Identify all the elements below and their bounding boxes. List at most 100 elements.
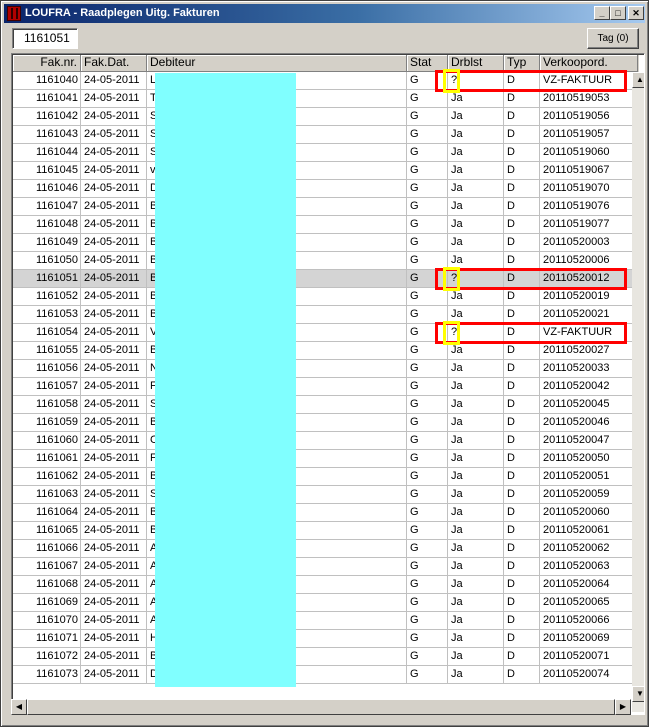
- sales-order-cell: 20110520042: [540, 378, 632, 396]
- status-cell: G: [407, 468, 448, 486]
- invoice-date-cell: 24-05-2011: [81, 216, 147, 234]
- maximize-button[interactable]: □: [610, 6, 626, 20]
- title-bar[interactable]: LOUFRA - Raadplegen Uitg. Fakturen _ □ ✕: [4, 4, 645, 23]
- horizontal-scroll-thumb[interactable]: [27, 699, 615, 715]
- sales-order-cell: 20110520074: [540, 666, 632, 684]
- status-cell: G: [407, 414, 448, 432]
- table-row[interactable]: 1161060 24-05-2011 C G Ja D 20110520047: [13, 432, 632, 450]
- table-row[interactable]: 1161069 24-05-2011 A G Ja D 20110520065: [13, 594, 632, 612]
- highlight-cell-outline: [443, 69, 460, 93]
- tag-button[interactable]: Tag (0): [587, 28, 639, 49]
- table-row[interactable]: 1161070 24-05-2011 A G Ja D 20110520066: [13, 612, 632, 630]
- table-row[interactable]: 116104724-05-2011B huizenGJaD20110519076: [13, 198, 632, 216]
- invoice-date-cell: 24-05-2011: [81, 414, 147, 432]
- type-cell: D: [504, 288, 540, 306]
- sales-order-cell: 20110520027: [540, 342, 632, 360]
- drblst-cell: Ja: [448, 612, 504, 630]
- table-row[interactable]: 1161052 24-05-2011 B G Ja D 20110520019: [13, 288, 632, 306]
- table-row[interactable]: 1161043 24-05-2011 S G Ja D 20110519057: [13, 126, 632, 144]
- sales-order-cell: 20110520062: [540, 540, 632, 558]
- sales-order-cell: 20110520065: [540, 594, 632, 612]
- vertical-scrollbar[interactable]: ▲ ▼: [632, 72, 644, 712]
- invoice-number-input[interactable]: 1161051: [12, 28, 78, 49]
- type-cell: D: [504, 360, 540, 378]
- drblst-cell: Ja: [448, 450, 504, 468]
- minimize-button[interactable]: _: [594, 6, 610, 20]
- table-row[interactable]: 1161057 24-05-2011 F G Ja D 20110520042: [13, 378, 632, 396]
- table-row[interactable]: 1161045 24-05-2011 v G Ja D 20110519067: [13, 162, 632, 180]
- status-cell: G: [407, 396, 448, 414]
- table-row[interactable]: 1161068 24-05-2011 A G Ja D 20110520064: [13, 576, 632, 594]
- scroll-right-arrow-icon[interactable]: ▶: [615, 699, 631, 715]
- invoice-date-cell: 24-05-2011: [81, 432, 147, 450]
- table-row[interactable]: 1161063 24-05-2011 S G Ja D 20110520059: [13, 486, 632, 504]
- drblst-cell: Ja: [448, 180, 504, 198]
- table-row[interactable]: 1161062 24-05-2011 B G Ja D 20110520051: [13, 468, 632, 486]
- table-row[interactable]: 1161056 24-05-2011 N G Ja D 20110520033: [13, 360, 632, 378]
- table-row[interactable]: 1161067 24-05-2011 A G Ja D 20110520063: [13, 558, 632, 576]
- invoice-date-cell: 24-05-2011: [81, 180, 147, 198]
- sales-order-cell: 20110520045: [540, 396, 632, 414]
- invoice-number-cell: 1161042: [13, 108, 81, 126]
- invoice-number-cell: 1161056: [13, 360, 81, 378]
- scroll-left-arrow-icon[interactable]: ◀: [11, 699, 27, 715]
- sales-order-cell: 20110520051: [540, 468, 632, 486]
- table-row[interactable]: 1161042 24-05-2011 S G Ja D 20110519056: [13, 108, 632, 126]
- sales-order-cell: 20110520003: [540, 234, 632, 252]
- invoice-grid: Fak.nr. Fak.Dat. Debiteur Stat Drblst Ty…: [11, 53, 645, 715]
- table-row[interactable]: 1161044 24-05-2011 S G Ja D 20110519060: [13, 144, 632, 162]
- type-cell: D: [504, 630, 540, 648]
- invoice-date-cell: 24-05-2011: [81, 558, 147, 576]
- column-header-invoice-date[interactable]: Fak.Dat.: [81, 55, 147, 72]
- app-icon[interactable]: [7, 6, 21, 21]
- table-row[interactable]: 1161049 24-05-2011 B G Ja D 20110520003: [13, 234, 632, 252]
- sales-order-cell: 20110520033: [540, 360, 632, 378]
- table-row[interactable]: 1161048 24-05-2011 B G Ja D 20110519077: [13, 216, 632, 234]
- table-row[interactable]: 1161073 24-05-2011 D G Ja D 20110520074: [13, 666, 632, 684]
- sales-order-cell: 20110519070: [540, 180, 632, 198]
- invoice-number-cell: 1161051: [13, 270, 81, 288]
- type-cell: D: [504, 612, 540, 630]
- sales-order-cell: 20110520061: [540, 522, 632, 540]
- invoice-date-cell: 24-05-2011: [81, 666, 147, 684]
- table-row[interactable]: 1161064 24-05-2011 B G Ja D 20110520060: [13, 504, 632, 522]
- invoice-number-cell: 1161043: [13, 126, 81, 144]
- table-row[interactable]: 1161059 24-05-2011 B G Ja D 20110520046: [13, 414, 632, 432]
- invoice-date-cell: 24-05-2011: [81, 108, 147, 126]
- status-cell: G: [407, 288, 448, 306]
- invoice-number-cell: 1161061: [13, 450, 81, 468]
- type-cell: D: [504, 162, 540, 180]
- table-row[interactable]: 1161055 24-05-2011 B G Ja D 20110520027: [13, 342, 632, 360]
- redaction-block: [155, 73, 296, 687]
- invoice-date-cell: 24-05-2011: [81, 288, 147, 306]
- table-row[interactable]: 1161041 24-05-2011 T G Ja D 20110519053: [13, 90, 632, 108]
- table-row[interactable]: 1161072 24-05-2011 B G Ja D 20110520071: [13, 648, 632, 666]
- invoice-number-cell: 1161055: [13, 342, 81, 360]
- type-cell: D: [504, 414, 540, 432]
- column-header-invoice-number[interactable]: Fak.nr.: [13, 55, 81, 72]
- table-row[interactable]: 1161071 24-05-2011 H G Ja D 20110520069: [13, 630, 632, 648]
- table-row[interactable]: 1161046 24-05-2011 D G Ja D 20110519070: [13, 180, 632, 198]
- drblst-cell: Ja: [448, 396, 504, 414]
- close-button[interactable]: ✕: [628, 6, 644, 20]
- table-row[interactable]: 1161065 24-05-2011 B G Ja D 20110520061: [13, 522, 632, 540]
- column-header-debtor[interactable]: Debiteur: [147, 55, 407, 72]
- table-row[interactable]: 1161058 24-05-2011 S G Ja D 20110520045: [13, 396, 632, 414]
- horizontal-scrollbar[interactable]: ◀ ▶: [11, 699, 631, 715]
- type-cell: D: [504, 108, 540, 126]
- table-row[interactable]: 1161061 24-05-2011 F G Ja D 20110520050: [13, 450, 632, 468]
- scroll-down-arrow-icon[interactable]: ▼: [632, 686, 644, 702]
- type-cell: D: [504, 666, 540, 684]
- type-cell: D: [504, 396, 540, 414]
- invoice-date-cell: 24-05-2011: [81, 90, 147, 108]
- scroll-up-arrow-icon[interactable]: ▲: [632, 72, 644, 88]
- table-row[interactable]: 1161066 24-05-2011 A G Ja D 20110520062: [13, 540, 632, 558]
- invoice-number-cell: 1161073: [13, 666, 81, 684]
- type-cell: D: [504, 378, 540, 396]
- status-cell: G: [407, 216, 448, 234]
- status-cell: G: [407, 558, 448, 576]
- drblst-cell: Ja: [448, 126, 504, 144]
- invoice-date-cell: 24-05-2011: [81, 360, 147, 378]
- status-cell: G: [407, 108, 448, 126]
- drblst-cell: Ja: [448, 576, 504, 594]
